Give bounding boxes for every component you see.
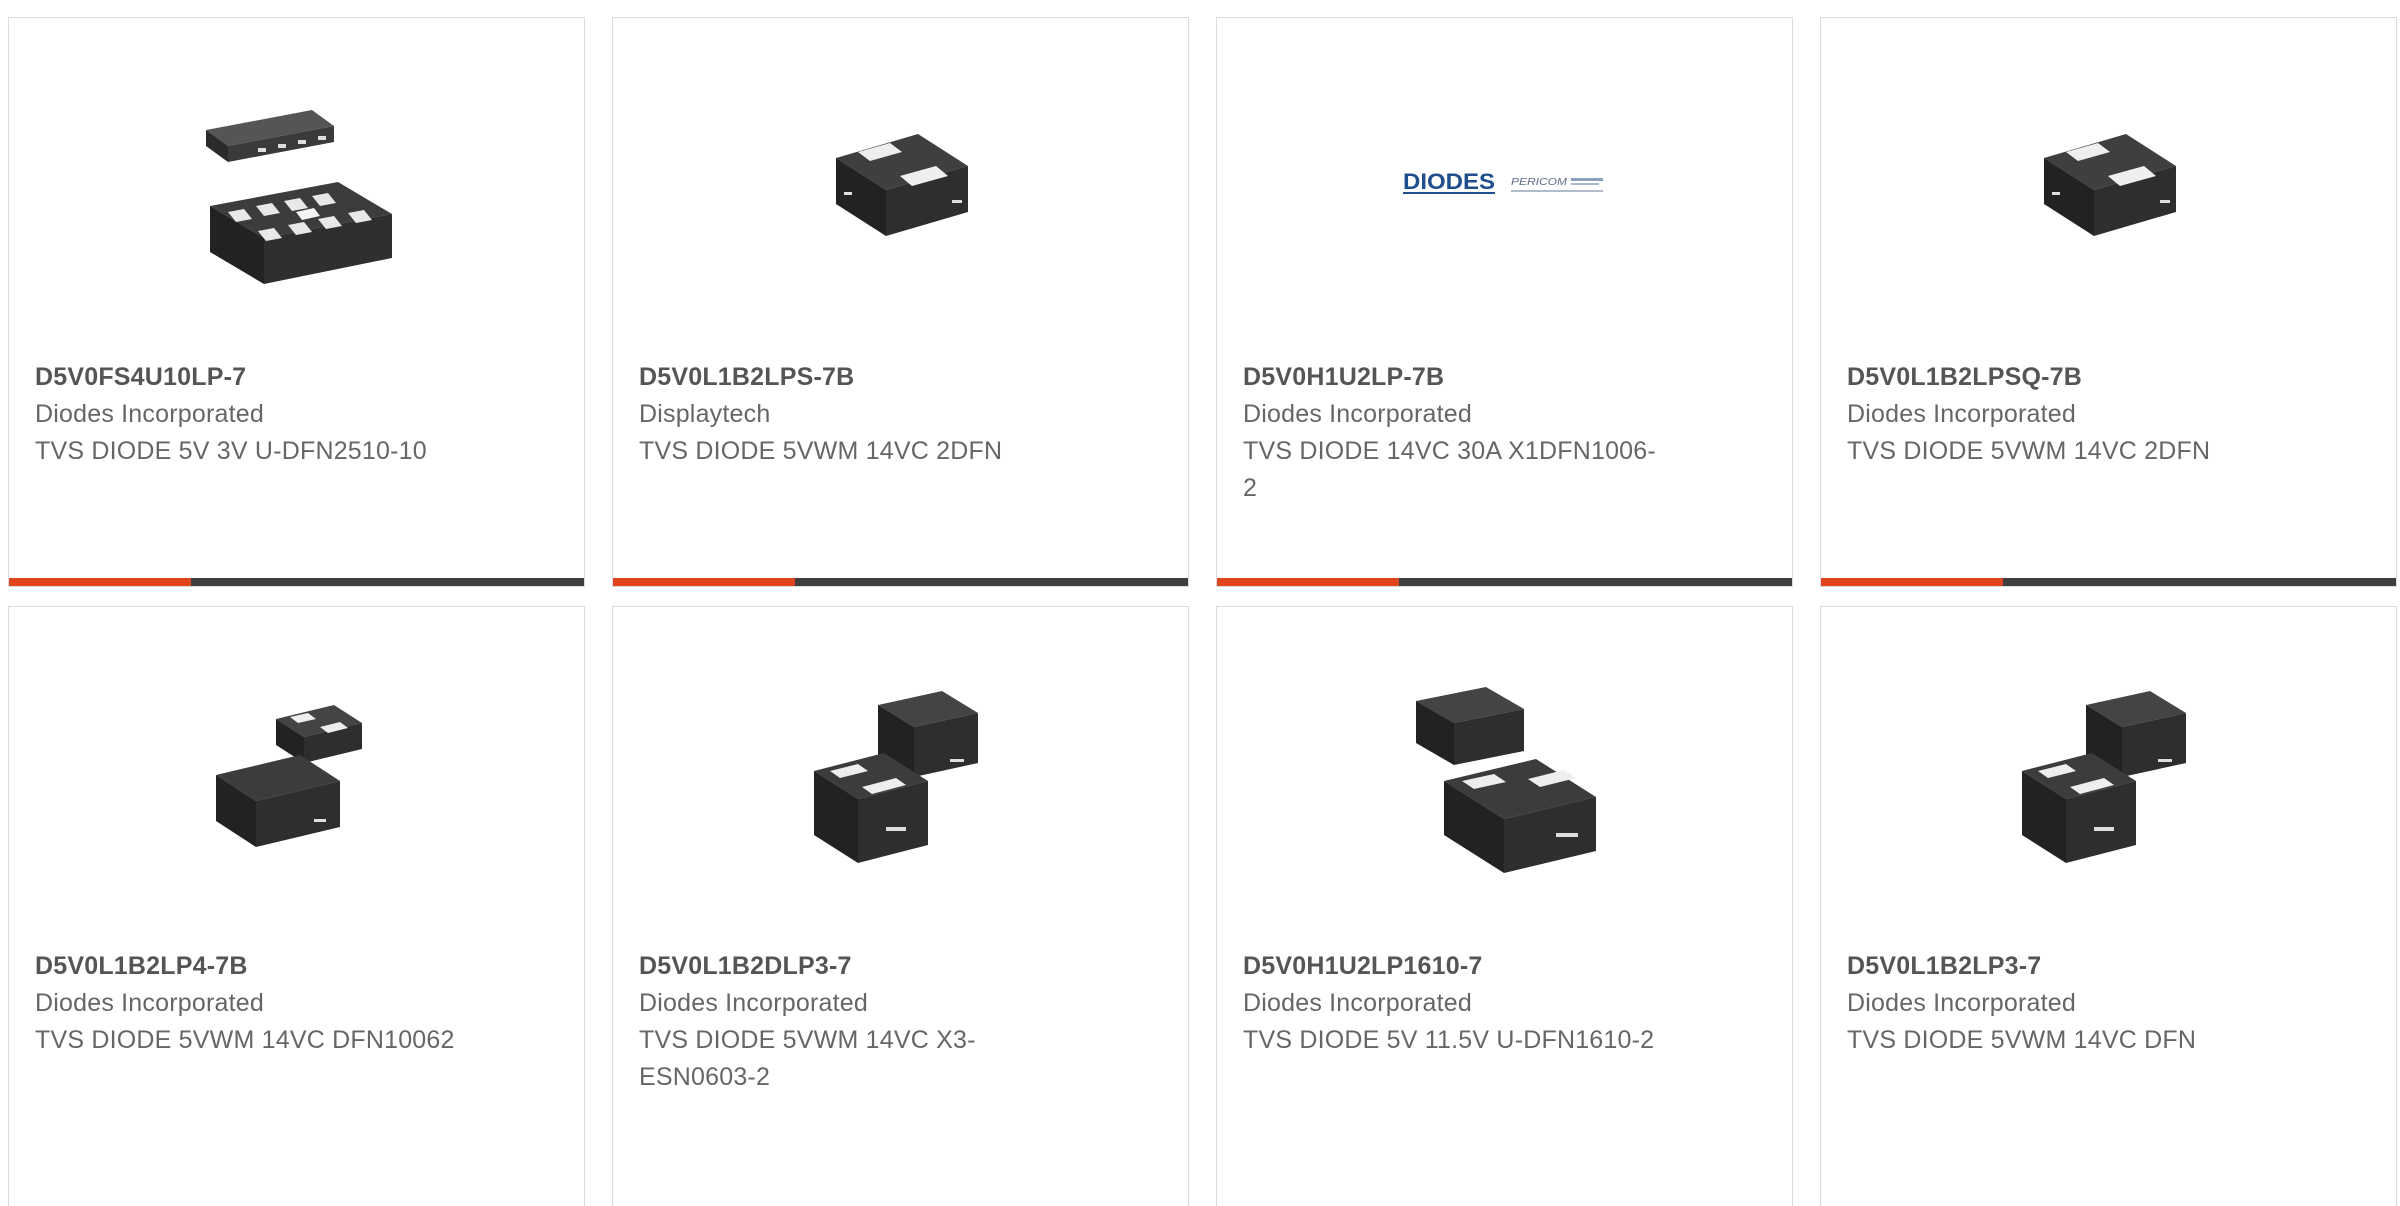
product-info: D5V0H1U2LP1610-7 Diodes Incorporated TVS… xyxy=(1243,947,1663,1059)
svg-text:DIODES: DIODES xyxy=(1403,169,1495,194)
svg-text:PERICOM: PERICOM xyxy=(1511,177,1568,188)
manufacturer: Diodes Incorporated xyxy=(1243,989,1472,1017)
product-info: D5V0L1B2LPSQ-7B Diodes Incorporated TVS … xyxy=(1847,358,2267,470)
description: TVS DIODE 5VWM 14VC DFN10062 xyxy=(35,1026,455,1054)
product-grid: D5V0FS4U10LP-7 Diodes Incorporated TVS D… xyxy=(0,0,2400,1206)
part-number[interactable]: D5V0L1B2LP3-7 xyxy=(1847,947,2267,985)
progress-bar xyxy=(1821,578,2396,586)
part-number[interactable]: D5V0FS4U10LP-7 xyxy=(35,358,455,396)
part-number[interactable]: D5V0L1B2LP4-7B xyxy=(35,947,455,985)
description: TVS DIODE 5VWM 14VC 2DFN xyxy=(1847,437,2211,465)
manufacturer: Diodes Incorporated xyxy=(639,989,868,1017)
manufacturer: Diodes Incorporated xyxy=(35,989,264,1017)
description: TVS DIODE 5VWM 14VC X3-ESN0603-2 xyxy=(639,1026,976,1091)
description: TVS DIODE 5V 11.5V U-DFN1610-2 xyxy=(1243,1026,1655,1054)
progress-bar xyxy=(1217,578,1792,586)
part-number[interactable]: D5V0L1B2LPSQ-7B xyxy=(1847,358,2267,396)
progress-bar-accent xyxy=(1821,578,2003,586)
part-number[interactable]: D5V0L1B2LPS-7B xyxy=(639,358,1059,396)
description: TVS DIODE 5VWM 14VC 2DFN xyxy=(639,437,1003,465)
product-info: D5V0L1B2LPS-7B Displaytech TVS DIODE 5VW… xyxy=(639,358,1059,470)
progress-bar xyxy=(9,578,584,586)
product-info: D5V0L1B2LP3-7 Diodes Incorporated TVS DI… xyxy=(1847,947,2267,1059)
progress-bar-accent xyxy=(9,578,191,586)
product-card[interactable]: D5V0L1B2LP3-7 Diodes Incorporated TVS DI… xyxy=(1820,606,2397,1206)
product-card[interactable]: D5V0H1U2LP1610-7 Diodes Incorporated TVS… xyxy=(1216,606,1793,1206)
description: TVS DIODE 5V 3V U-DFN2510-10 xyxy=(35,437,427,465)
chip-2-pad-icon[interactable] xyxy=(2008,88,2208,288)
product-card[interactable]: D5V0L1B2LPS-7B Displaytech TVS DIODE 5VW… xyxy=(612,17,1189,587)
chip-2-pad-icon[interactable] xyxy=(800,88,1000,288)
progress-bar-accent xyxy=(1217,578,1399,586)
progress-bar-accent xyxy=(613,578,795,586)
product-card[interactable]: D5V0L1B2LP4-7B Diodes Incorporated TVS D… xyxy=(8,606,585,1206)
diodes-pericom-logo[interactable]: DIODES PERICOM xyxy=(1403,88,1607,288)
description: TVS DIODE 5VWM 14VC DFN xyxy=(1847,1026,2197,1054)
manufacturer: Diodes Incorporated xyxy=(35,400,264,428)
manufacturer: Diodes Incorporated xyxy=(1847,989,2076,1017)
chip-pair-icon[interactable] xyxy=(2008,677,2208,877)
chip-10-pin-icon[interactable] xyxy=(196,88,396,288)
part-number[interactable]: D5V0H1U2LP-7B xyxy=(1243,358,1663,396)
manufacturer: Diodes Incorporated xyxy=(1847,400,2076,428)
part-number[interactable]: D5V0L1B2DLP3-7 xyxy=(639,947,1059,985)
description: TVS DIODE 14VC 30A X1DFN1006-2 xyxy=(1243,437,1656,502)
product-info: D5V0H1U2LP-7B Diodes Incorporated TVS DI… xyxy=(1243,358,1663,507)
product-info: D5V0FS4U10LP-7 Diodes Incorporated TVS D… xyxy=(35,358,455,470)
product-card[interactable]: D5V0L1B2DLP3-7 Diodes Incorporated TVS D… xyxy=(612,606,1189,1206)
manufacturer: Diodes Incorporated xyxy=(1243,400,1472,428)
progress-bar xyxy=(613,578,1188,586)
product-card[interactable]: D5V0FS4U10LP-7 Diodes Incorporated TVS D… xyxy=(8,17,585,587)
part-number[interactable]: D5V0H1U2LP1610-7 xyxy=(1243,947,1663,985)
chip-pair-icon[interactable] xyxy=(800,677,1000,877)
chip-pair-icon[interactable] xyxy=(196,677,396,877)
manufacturer: Displaytech xyxy=(639,400,771,428)
chip-pair-icon[interactable] xyxy=(1404,677,1604,877)
product-card[interactable]: DIODES PERICOM D5V0H1U2LP-7B Diodes Inco… xyxy=(1216,17,1793,587)
product-info: D5V0L1B2DLP3-7 Diodes Incorporated TVS D… xyxy=(639,947,1059,1096)
product-info: D5V0L1B2LP4-7B Diodes Incorporated TVS D… xyxy=(35,947,455,1059)
product-card[interactable]: D5V0L1B2LPSQ-7B Diodes Incorporated TVS … xyxy=(1820,17,2397,587)
